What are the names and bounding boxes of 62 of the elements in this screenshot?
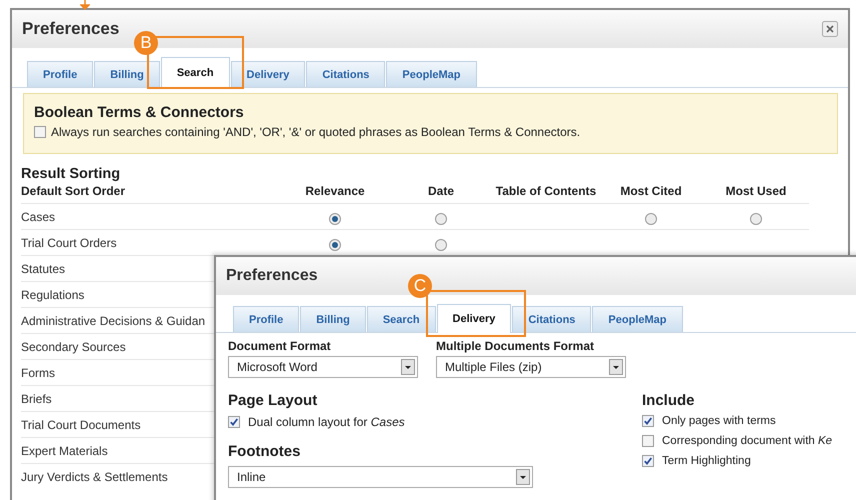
tab[interactable]: Search	[366, 306, 436, 332]
tab[interactable]: PeopleMap	[592, 306, 682, 332]
checkbox-label: Only pages with terms	[662, 415, 776, 427]
radio-button[interactable]	[645, 212, 657, 224]
tab[interactable]: Billing	[94, 61, 160, 87]
field-label: Multiple Documents Format	[436, 339, 596, 353]
close-icon[interactable]	[822, 21, 838, 37]
checkbox[interactable]	[642, 455, 654, 467]
checkbox-label: Always run searches containing 'AND', 'OR', '&' or quoted phrases as Boolean Terms & Connectors.	[51, 125, 580, 139]
dropdown[interactable]: Inline	[228, 466, 533, 488]
tab[interactable]: Search	[160, 57, 230, 88]
checkbox[interactable]	[34, 126, 46, 138]
column-header: Relevance	[305, 184, 365, 198]
radio-button[interactable]	[435, 238, 447, 250]
tab[interactable]: Citations	[306, 61, 386, 87]
row-label: Administrative Decisions & Guidan	[21, 314, 206, 328]
tab[interactable]: Profile	[27, 61, 94, 87]
section-title: Footnotes	[228, 443, 302, 460]
column-header: Most Cited	[620, 184, 682, 198]
tab[interactable]: Citations	[512, 306, 592, 332]
row-label: Cases	[21, 210, 56, 224]
row-label: Forms	[21, 366, 55, 380]
tab[interactable]: Delivery	[230, 61, 306, 87]
caret-icon	[609, 359, 623, 375]
radio-button[interactable]	[750, 212, 762, 224]
checkbox-label: Dual column layout for Cases	[248, 415, 405, 429]
section-title: Result Sorting	[21, 166, 122, 182]
dropdown[interactable]: Multiple Files (zip)	[436, 356, 626, 378]
row-label: Statutes	[21, 262, 66, 276]
section-title: Include	[642, 392, 696, 409]
column-header: Most Used	[726, 184, 786, 198]
column-header: Table of Contents	[496, 184, 596, 198]
checkbox[interactable]	[642, 415, 654, 427]
window-title: Preferences	[226, 267, 318, 285]
row-label: Secondary Sources	[21, 340, 126, 354]
window-title: Preferences	[22, 19, 120, 39]
checkbox[interactable]	[642, 435, 654, 447]
row-label: Expert Materials	[21, 444, 108, 458]
caret-icon	[516, 469, 530, 485]
radio-button[interactable]	[329, 212, 341, 224]
row-label: Jury Verdicts & Settlements	[21, 470, 168, 484]
tab[interactable]: Profile	[233, 306, 300, 332]
section-title: Page Layout	[228, 392, 318, 409]
row-label: Briefs	[21, 392, 52, 406]
column-header: Date	[428, 184, 454, 198]
checkbox-label: Corresponding document with Ke	[662, 435, 832, 447]
tab[interactable]: Billing	[300, 306, 366, 332]
column-header: Default Sort Order	[21, 184, 126, 198]
row-label: Trial Court Documents	[21, 418, 141, 432]
checkbox[interactable]	[228, 416, 240, 428]
tab[interactable]: PeopleMap	[386, 61, 476, 87]
caret-icon	[401, 359, 415, 375]
row-label: Trial Court Orders	[21, 236, 117, 250]
row-label: Regulations	[21, 288, 84, 302]
section-title: Boolean Terms & Connectors	[34, 104, 245, 121]
radio-button[interactable]	[329, 238, 341, 250]
radio-button[interactable]	[435, 212, 447, 224]
callout-pointer	[80, 0, 90, 10]
field-label: Document Format	[228, 339, 332, 353]
dropdown[interactable]: Microsoft Word	[228, 356, 418, 378]
checkbox-label: Term Highlighting	[662, 455, 751, 467]
tab[interactable]: Delivery	[436, 304, 512, 333]
